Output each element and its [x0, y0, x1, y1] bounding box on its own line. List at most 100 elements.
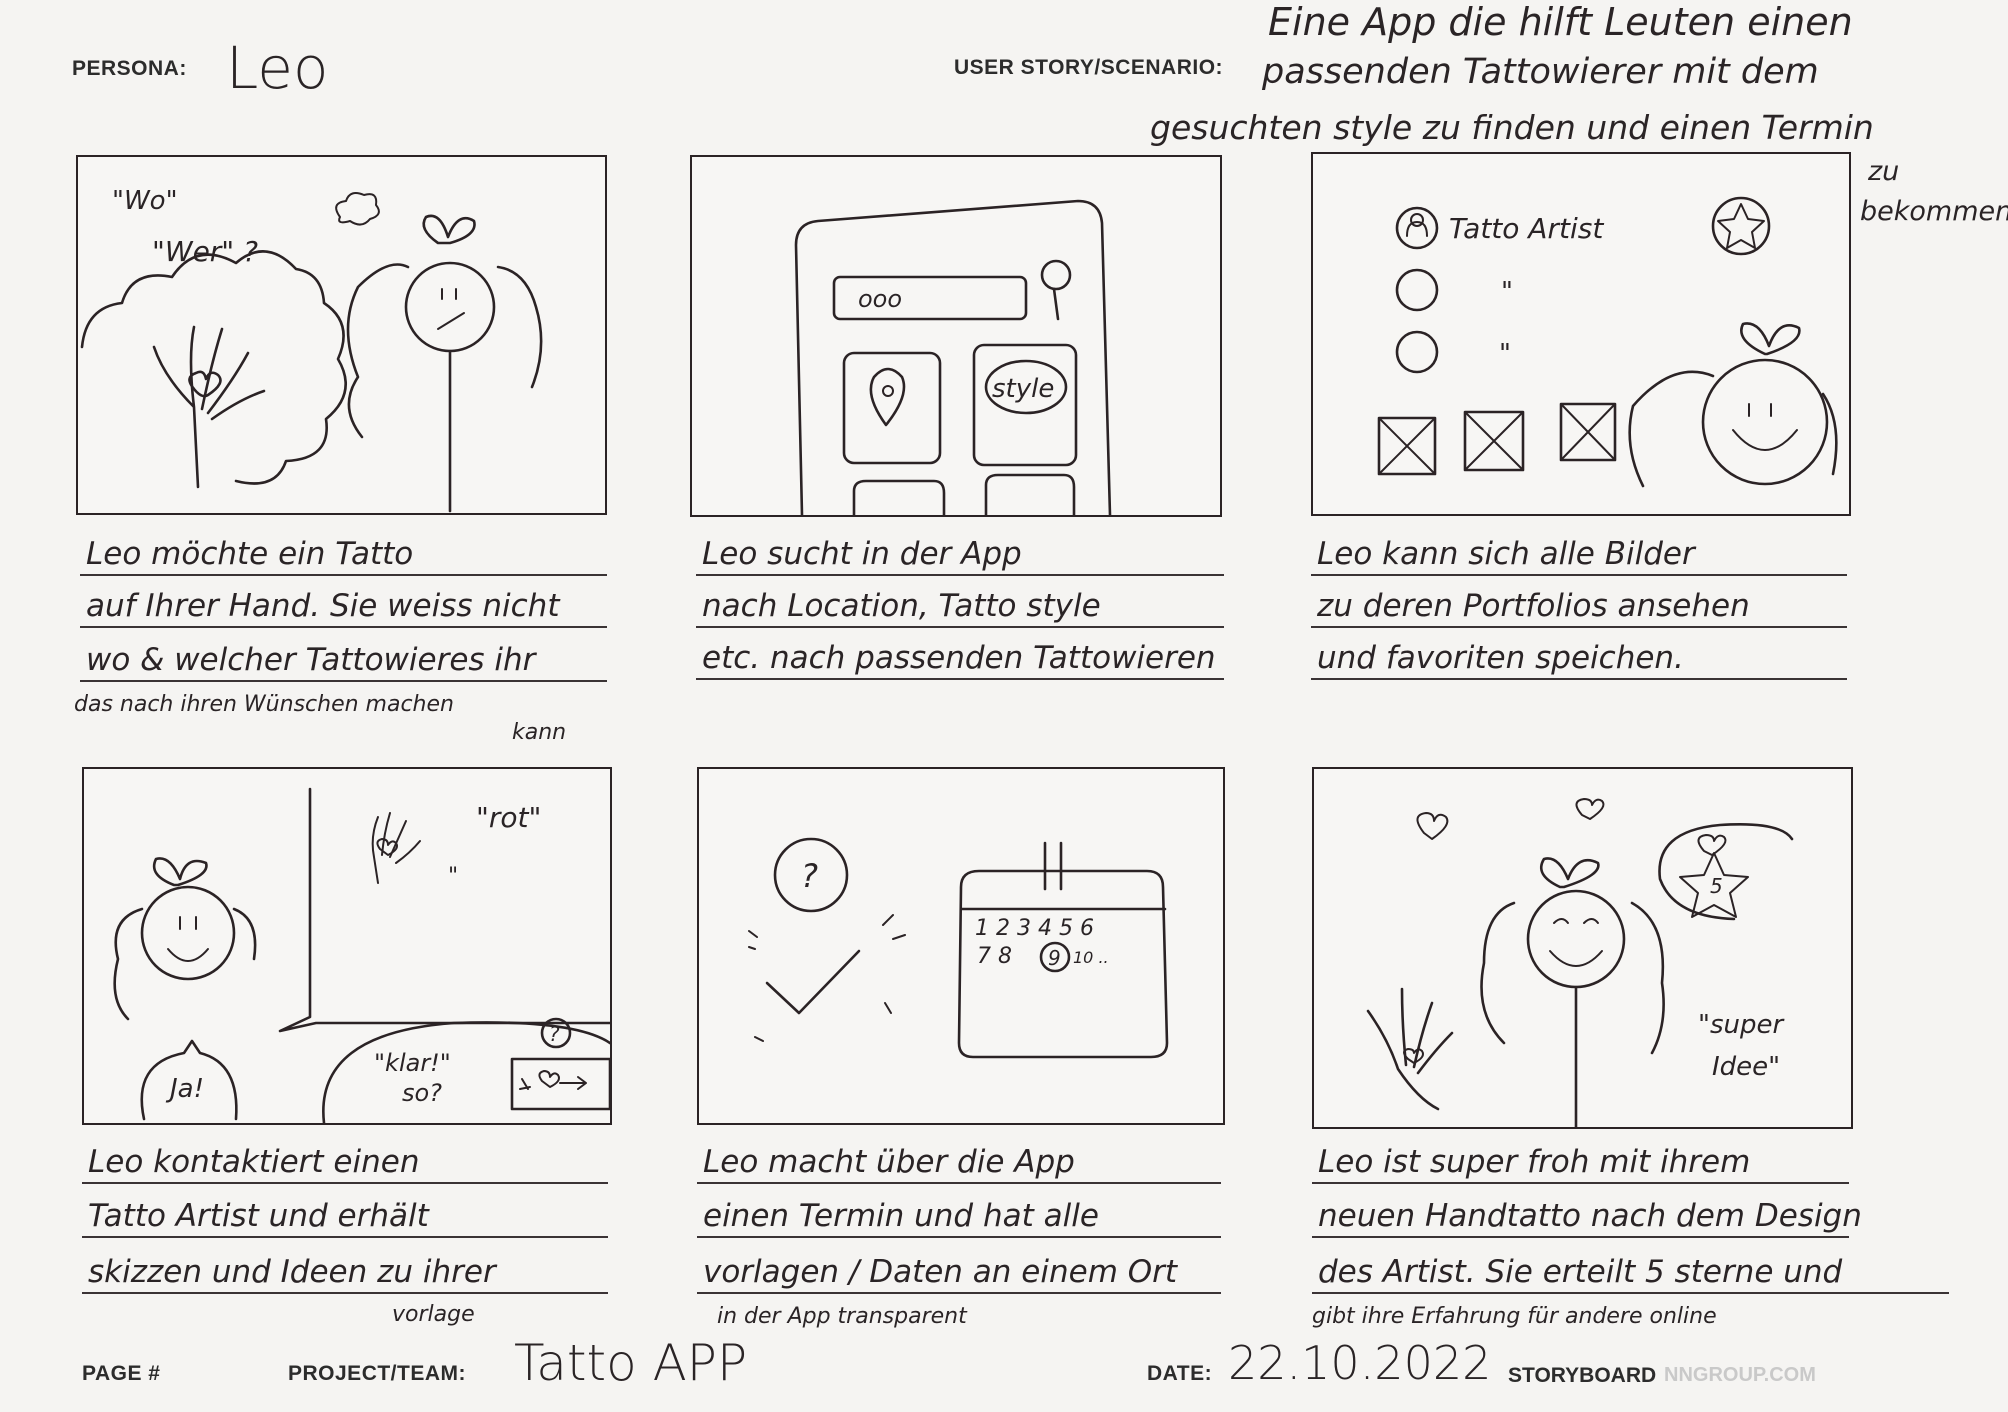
question-mark: ?	[801, 857, 818, 895]
caption-2-line-1: Leo sucht in der App	[696, 534, 1224, 576]
caption-4-line-1: Leo kontaktiert einen	[82, 1142, 608, 1184]
leo-smile	[167, 916, 209, 962]
checkmark-icon	[765, 949, 861, 1015]
leo-head-happy	[1701, 358, 1829, 486]
caption-1-line-2: auf Ihrer Hand. Sie weiss nicht	[80, 586, 607, 628]
ditto-text: "	[448, 864, 458, 889]
story-line-3: gesuchten style zu finden und einen Term…	[1150, 108, 1874, 147]
panel-1: "Wo" "Wer" ?	[76, 155, 607, 515]
super-text: "super	[1698, 1010, 1785, 1040]
page-label: PAGE #	[82, 1362, 161, 1385]
bow-icon	[422, 214, 476, 245]
question-mark: ?	[549, 1022, 560, 1046]
story-line-2: passenden Tattowierer mit dem	[1262, 52, 1819, 92]
calendar-row-2-rest: 10 ..	[1073, 948, 1109, 967]
caption-5-line-2: einen Termin und hat alle	[697, 1196, 1221, 1238]
persona-label: PERSONA:	[72, 57, 187, 80]
search-dots: ooo	[858, 285, 902, 313]
wer-text: "Wer" ?	[152, 235, 258, 268]
caption-3-line-2: zu deren Portfolios ansehen	[1311, 586, 1847, 628]
caption-1-line-1: Leo möchte ein Tatto	[80, 534, 607, 576]
heart-icon	[1575, 798, 1605, 820]
favorite-star-button-sketch	[1711, 196, 1771, 256]
klar-text: "klar!"	[374, 1049, 451, 1077]
caption-6-line-3: des Artist. Sie erteilt 5 sterne und	[1312, 1252, 1949, 1294]
artist-avatar-icon-3	[1395, 330, 1439, 374]
bow-icon	[1539, 857, 1600, 889]
caption-6-small-1: gibt ihre Erfahrung für andere online	[1312, 1304, 1717, 1329]
style-tile	[972, 343, 1078, 467]
bush-outline	[80, 250, 347, 485]
panel-5-sketch: ? 1 2 3 4 5 6 7 8 9 10 ..	[748, 837, 1169, 1059]
heart-icon	[1697, 834, 1727, 856]
calendar-header	[959, 841, 1167, 911]
panel-6: 5 "super Idee"	[1312, 767, 1853, 1129]
panel-6-sketch: 5 "super Idee"	[1366, 798, 1794, 1127]
artist-avatar-icon-2	[1395, 268, 1439, 312]
more-tiles	[852, 473, 1076, 515]
calendar-row-1: 1 2 3 4 5 6	[975, 916, 1094, 941]
caption-1-line-3: wo & welcher Tattowieres ihr	[80, 640, 607, 682]
bow-icon	[152, 857, 208, 887]
leo-smile	[1732, 403, 1798, 451]
caption-3-line-3: und favoriten speichen.	[1311, 638, 1847, 680]
caption-5-small-1: in der App transparent	[717, 1304, 967, 1329]
story-line-4: zu	[1868, 156, 1900, 187]
idee-text: Idee"	[1712, 1052, 1780, 1082]
selected-date: 9	[1048, 946, 1061, 970]
caption-1-small-2: kann	[512, 720, 567, 745]
project-value: Tatto APP	[514, 1334, 748, 1392]
leo-head	[404, 261, 496, 353]
style-text: style	[992, 374, 1054, 404]
leo-smile	[1549, 918, 1603, 967]
story-line-5: bekommen	[1860, 196, 2008, 227]
location-pin-icon	[869, 367, 906, 427]
hand-sketch	[152, 325, 266, 489]
panel-4: "rot" " Ja! "klar!" so? ?	[82, 767, 612, 1125]
speech-bubble-large	[278, 787, 610, 1033]
ditto-2: "	[1499, 339, 1511, 369]
tablet-outline	[794, 199, 1112, 515]
date-label: DATE:	[1147, 1362, 1213, 1385]
artist-name-1: Tatto Artist	[1449, 212, 1604, 245]
caption-4-line-3: skizzen und Ideen zu ihrer	[82, 1252, 608, 1294]
thought-cloud	[335, 192, 380, 226]
caption-4-small-1: vorlage	[392, 1302, 475, 1327]
caption-2-line-2: nach Location, Tatto style	[696, 586, 1224, 628]
leo-face	[437, 288, 465, 330]
rot-text: "rot"	[476, 801, 541, 834]
date-value: 22.10.2022	[1228, 1336, 1492, 1390]
caption-5-line-1: Leo macht über die App	[697, 1142, 1221, 1184]
leo-head-happy	[1526, 889, 1626, 989]
caption-4-line-2: Tatto Artist und erhält	[82, 1196, 608, 1238]
heart-icon	[1416, 812, 1449, 840]
panel-3: Tatto Artist " "	[1311, 152, 1851, 516]
caption-5-line-3: vorlagen / Daten an einem Ort	[697, 1252, 1221, 1294]
heart-arrow-sketch	[519, 1070, 587, 1090]
rating-value: 5	[1710, 874, 1723, 898]
brand-logo: NNGROUP.COM	[1664, 1364, 1816, 1386]
panel-4-sketch: "rot" " Ja! "klar!" so? ?	[113, 787, 610, 1123]
story-line-1: Eine App die hilft Leuten einen	[1268, 0, 1853, 44]
panel-1-sketch: "Wo" "Wer" ?	[80, 186, 543, 513]
persona-value: Leo	[226, 34, 329, 102]
story-label: USER STORY/SCENARIO:	[954, 56, 1224, 79]
calendar-row-2: 7 8	[977, 944, 1012, 969]
caption-3-line-1: Leo kann sich alle Bilder	[1311, 534, 1847, 576]
project-label: PROJECT/TEAM:	[288, 1362, 467, 1385]
ditto-1: "	[1501, 277, 1513, 307]
leo-hair	[1480, 901, 1665, 1055]
wo-text: "Wo"	[112, 186, 178, 216]
caption-6-line-2: neuen Handtatto nach dem Design	[1312, 1196, 1862, 1238]
panel-2-sketch: ooo style	[794, 199, 1112, 515]
caption-6-line-1: Leo ist super froh mit ihrem	[1312, 1142, 1849, 1184]
search-icon	[1040, 259, 1072, 291]
bow-icon	[1740, 322, 1801, 356]
leo-head	[140, 885, 236, 981]
caption-1-small-1: das nach ihren Wünschen machen	[74, 692, 454, 717]
panel-2: ooo style	[690, 155, 1222, 517]
ja-text: Ja!	[165, 1074, 204, 1104]
motion-marks	[748, 914, 906, 1042]
caption-2-line-3: etc. nach passenden Tattowieren	[696, 638, 1224, 680]
panel-5: ? 1 2 3 4 5 6 7 8 9 10 ..	[697, 767, 1225, 1125]
